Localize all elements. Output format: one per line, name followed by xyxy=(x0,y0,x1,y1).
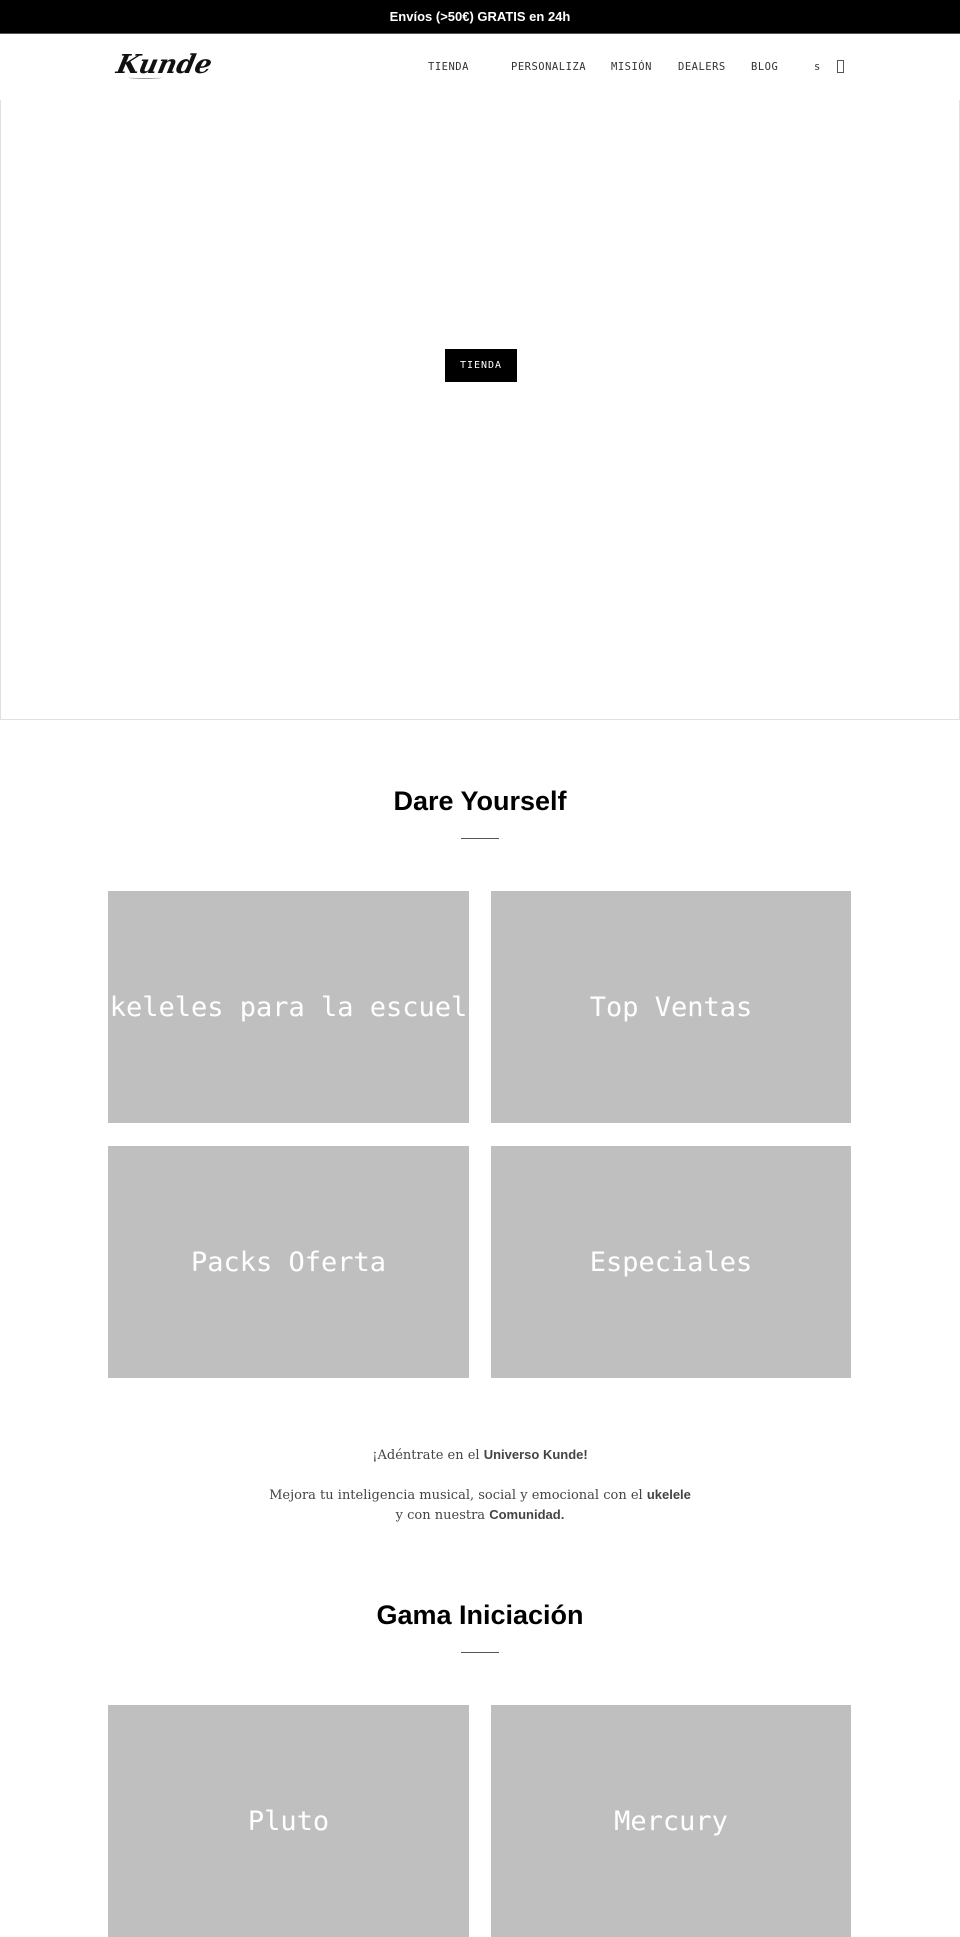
tile-label: Pluto xyxy=(247,1805,330,1837)
tile-label: Mercury xyxy=(614,1805,728,1837)
nav-item-personaliza[interactable]: PERSONALIZA xyxy=(511,61,586,73)
nav-item-dealers[interactable]: DEALERS xyxy=(678,61,726,73)
site-header: Kunde TIENDA PERSONALIZA MISIÓN DEALERS … xyxy=(0,34,960,100)
collection-tile-school[interactable]: Ukeleles para la escuela xyxy=(108,891,469,1123)
ukelele-link[interactable]: ukelele xyxy=(647,1487,691,1502)
tile-label: Ukeleles para la escuela xyxy=(108,991,469,1023)
announcement-bar: Envíos (>50€) GRATIS en 24h xyxy=(0,0,960,34)
hero-banner: TIENDA xyxy=(0,100,960,720)
main-nav: TIENDA PERSONALIZA MISIÓN DEALERS BLOG s xyxy=(0,34,960,100)
intro-line-2-text: Mejora tu inteligencia musical, social y… xyxy=(269,1488,647,1503)
announcement-text: Envíos (>50€) GRATIS en 24h xyxy=(389,9,571,24)
hero-shop-button[interactable]: TIENDA xyxy=(445,349,517,382)
gama-section-title: Gama Iniciación xyxy=(376,1600,584,1630)
intro-line-1: ¡Adéntrate en el Universo Kunde! xyxy=(0,1445,960,1465)
dare-section-title: Dare Yourself xyxy=(393,786,567,816)
collection-tile-specials[interactable]: Especiales xyxy=(491,1146,851,1378)
nav-item-tienda[interactable]: TIENDA xyxy=(428,61,469,73)
intro-line-3-text: y con nuestra xyxy=(395,1508,490,1523)
collection-tile-packs[interactable]: Packs Oferta xyxy=(108,1146,469,1378)
intro-text: ¡Adéntrate en el Universo Kunde! Mejora … xyxy=(0,1445,960,1525)
gama-section-divider xyxy=(461,1652,499,1653)
universo-kunde-link[interactable]: Universo Kunde! xyxy=(484,1447,588,1462)
intro-line-1-text: ¡Adéntrate en el xyxy=(372,1448,484,1463)
tile-label: Especiales xyxy=(589,1246,753,1278)
tile-label: Top Ventas xyxy=(589,991,753,1023)
comunidad-link[interactable]: Comunidad. xyxy=(489,1507,564,1522)
product-tile-pluto[interactable]: Pluto xyxy=(108,1705,469,1937)
tile-label: Packs Oferta xyxy=(190,1246,387,1278)
dare-section-divider xyxy=(461,838,499,839)
nav-item-mision[interactable]: MISIÓN xyxy=(611,61,652,73)
collection-tile-top-sales[interactable]: Top Ventas xyxy=(491,891,851,1123)
intro-line-2: Mejora tu inteligencia musical, social y… xyxy=(0,1485,960,1505)
search-icon[interactable]: s xyxy=(814,61,820,73)
intro-line-3: y con nuestra Comunidad. xyxy=(0,1505,960,1525)
nav-item-blog[interactable]: BLOG xyxy=(751,61,778,73)
product-tile-mercury[interactable]: Mercury xyxy=(491,1705,851,1937)
cart-icon[interactable] xyxy=(837,60,844,73)
